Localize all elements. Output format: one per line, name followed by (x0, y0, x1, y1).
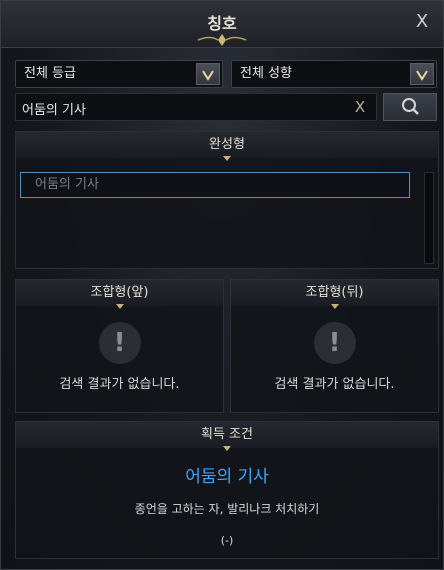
close-icon: X (415, 11, 429, 32)
title-window: 칭호 X 전체 등급 전체 성향 어둠의 기사 X 완성형 어둠의 기사 조합형… (0, 0, 444, 570)
condition-header: 획득 조건 (16, 422, 438, 448)
search-input-value: 어둠의 기사 (22, 103, 86, 118)
ornament-icon (197, 34, 247, 46)
combo-front-panel: 조합형(앞) ! 검색 결과가 없습니다. (15, 279, 224, 413)
exclamation-icon: ! (313, 322, 356, 364)
title-bar: 칭호 X (1, 1, 443, 48)
list-item[interactable]: 어둠의 기사 (20, 172, 410, 198)
search-icon (402, 98, 419, 115)
exclamation-icon: ! (98, 322, 141, 364)
condition-progress: (-) (220, 534, 234, 547)
window-title: 칭호 (207, 14, 237, 33)
empty-message: 검색 결과가 없습니다. (274, 377, 395, 392)
condition-title-name: 어둠의 기사 (185, 467, 269, 487)
header-marker (330, 304, 339, 309)
header-marker (115, 304, 124, 309)
complete-panel: 완성형 어둠의 기사 (15, 131, 439, 269)
grade-select[interactable]: 전체 등급 (15, 60, 223, 88)
clear-icon[interactable]: X (350, 97, 370, 117)
scrollbar[interactable] (424, 172, 434, 264)
search-button[interactable] (383, 93, 437, 121)
combo-back-panel: 조합형(뒤) ! 검색 결과가 없습니다. (230, 279, 439, 413)
chevron-down-icon[interactable] (410, 63, 434, 85)
empty-message: 검색 결과가 없습니다. (59, 377, 180, 392)
search-input[interactable]: 어둠의 기사 X (15, 93, 377, 121)
tendency-select[interactable]: 전체 성향 (231, 60, 437, 88)
header-marker (223, 446, 231, 451)
complete-header: 완성형 (16, 132, 438, 158)
close-button[interactable]: X (411, 11, 433, 33)
chevron-down-icon[interactable] (196, 63, 220, 85)
combo-front-header: 조합형(앞) (16, 280, 223, 306)
condition-panel: 획득 조건 어둠의 기사 종언을 고하는 자, 발리나크 처치하기 (-) (15, 421, 439, 559)
combo-back-header: 조합형(뒤) (231, 280, 438, 306)
tendency-select-value: 전체 성향 (240, 66, 292, 81)
grade-select-value: 전체 등급 (24, 66, 76, 81)
header-marker (223, 156, 231, 161)
condition-description: 종언을 고하는 자, 발리나크 처치하기 (134, 502, 320, 516)
